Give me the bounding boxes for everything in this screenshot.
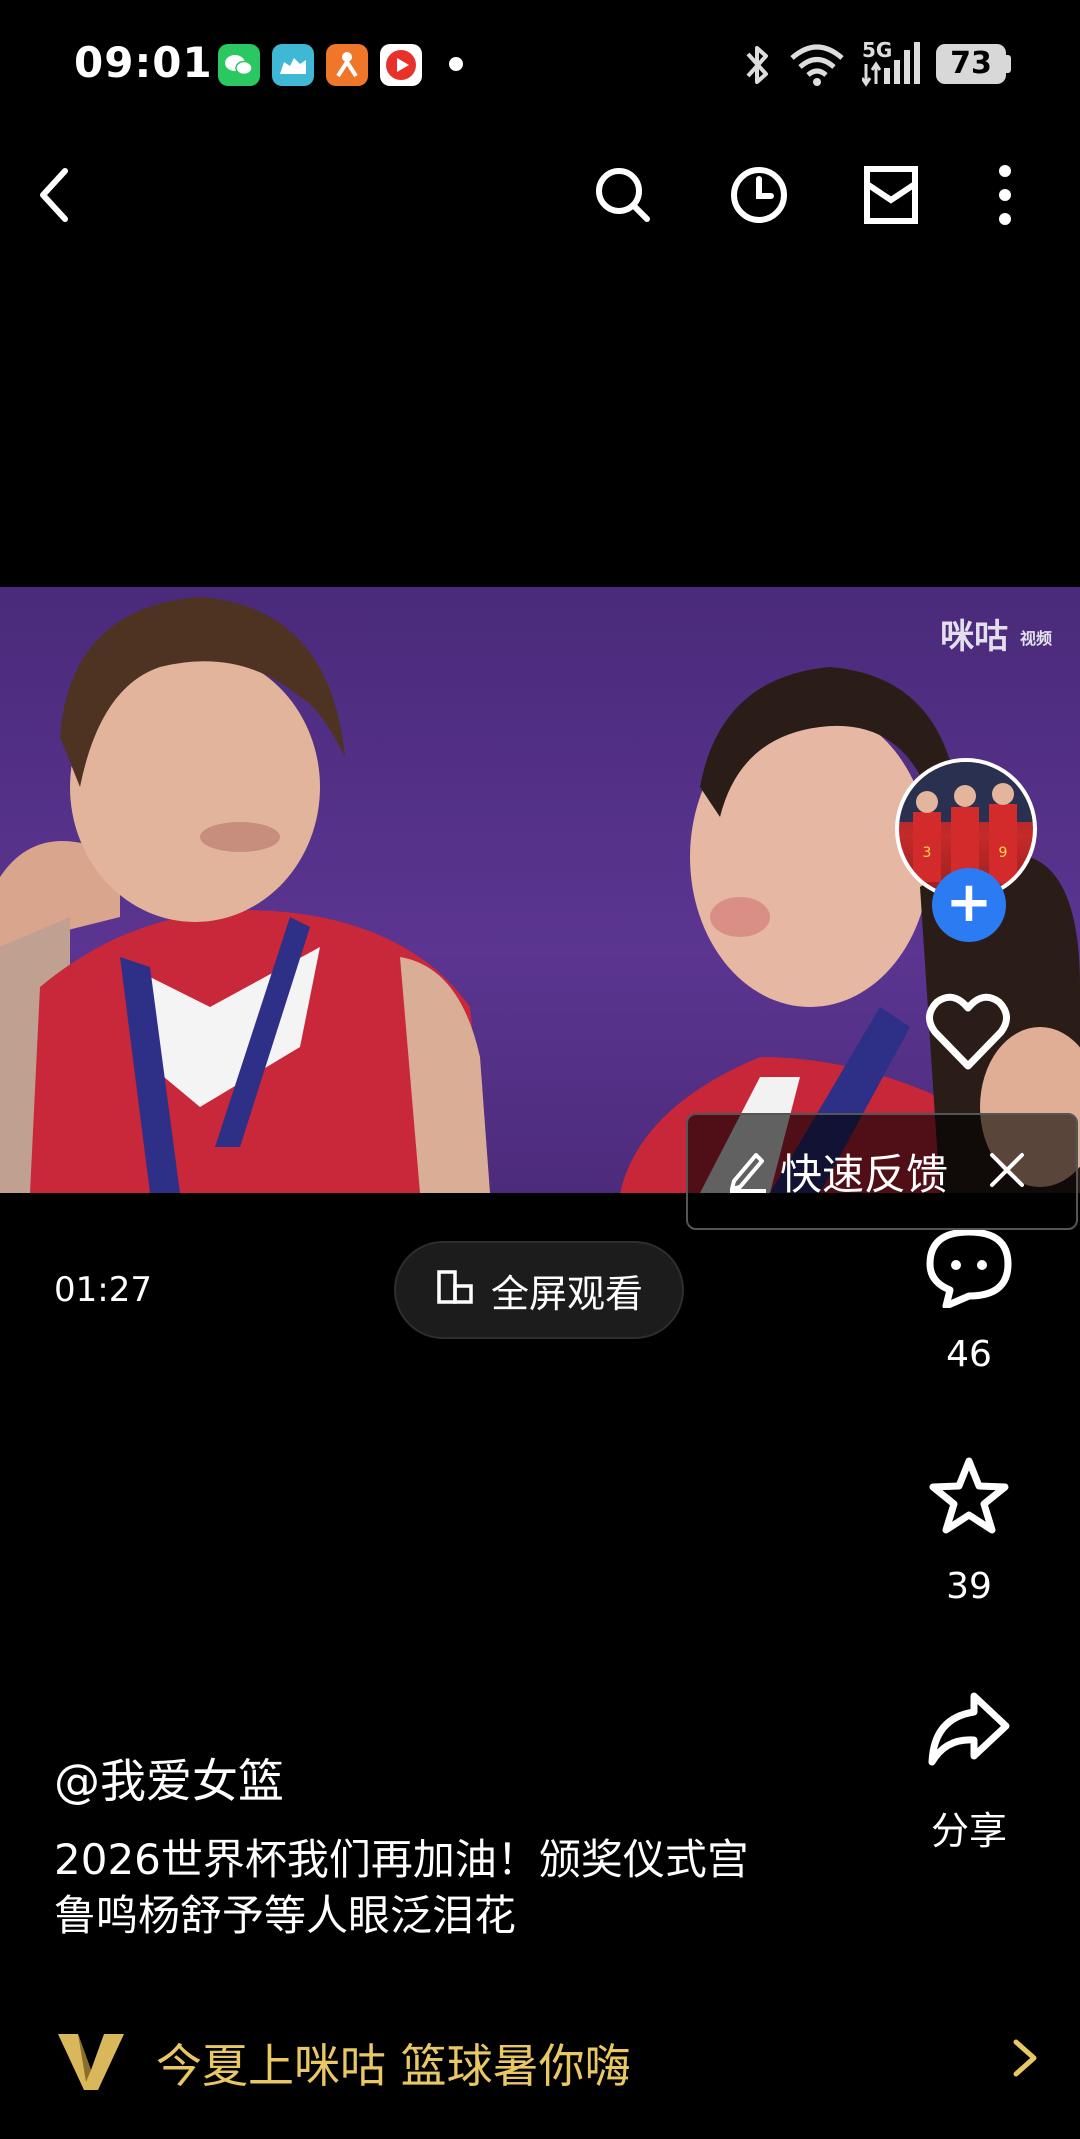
promo-text[interactable]: 今夏上咪咕 篮球暑你嗨 bbox=[156, 2030, 631, 2096]
quick-feedback-label: 快速反馈 bbox=[780, 1150, 949, 1199]
wechat-icon bbox=[218, 44, 260, 86]
network-type: 5G bbox=[862, 38, 893, 62]
video-frame bbox=[0, 597, 1080, 1193]
video-timecode: 01:27 bbox=[54, 1270, 152, 1310]
inbox-icon[interactable] bbox=[856, 160, 926, 230]
post-description: 2026世界杯我们再加油！颁奖仪式宫 鲁鸣杨舒予等人眼泛泪花 bbox=[54, 1832, 854, 1944]
svg-text:9: 9 bbox=[999, 845, 1008, 861]
cellular-signal-icon: 5G bbox=[860, 38, 922, 92]
status-time: 09:01 bbox=[74, 38, 213, 87]
star-icon bbox=[929, 1457, 1009, 1534]
notification-dot bbox=[449, 57, 463, 71]
chevron-right-icon[interactable] bbox=[1010, 2036, 1040, 2084]
battery-nub bbox=[1006, 55, 1011, 73]
comment-icon bbox=[926, 1228, 1012, 1310]
watermark-logo-text: 咪咕 bbox=[940, 617, 1009, 657]
migu-v-logo-icon bbox=[56, 2030, 126, 2098]
like-button[interactable] bbox=[925, 992, 1011, 1076]
close-icon[interactable] bbox=[986, 1149, 1028, 1195]
share-button[interactable] bbox=[926, 1690, 1012, 1774]
quick-feedback-popup[interactable]: 快速反馈 bbox=[686, 1113, 1078, 1230]
follow-button[interactable]: + bbox=[932, 868, 1006, 942]
wifi-icon bbox=[788, 42, 846, 90]
description-line: 鲁鸣杨舒予等人眼泛泪花 bbox=[54, 1891, 517, 1940]
watermark-small-text: 视频 bbox=[1019, 628, 1052, 648]
more-icon[interactable] bbox=[970, 160, 1040, 230]
history-icon[interactable] bbox=[724, 160, 794, 230]
bluetooth-icon bbox=[742, 42, 772, 92]
pencil-icon bbox=[726, 1147, 768, 1197]
rotate-screen-icon bbox=[435, 1268, 475, 1312]
back-icon[interactable] bbox=[20, 160, 90, 230]
share-label: 分享 bbox=[930, 1809, 1007, 1853]
comment-count: 46 bbox=[946, 1334, 992, 1375]
camel-icon bbox=[272, 44, 314, 86]
coupon-app-icon bbox=[326, 44, 368, 86]
heart-icon bbox=[926, 993, 1010, 1070]
video-app-icon bbox=[380, 44, 422, 86]
comment-button[interactable] bbox=[926, 1228, 1012, 1312]
description-line: 2026世界杯我们再加油！颁奖仪式宫 bbox=[54, 1835, 749, 1884]
battery-indicator: 73 bbox=[936, 44, 1006, 84]
video-watermark: 咪咕 视频 bbox=[940, 609, 1052, 658]
author-name[interactable]: @我爱女篮 bbox=[54, 1745, 284, 1811]
svg-text:3: 3 bbox=[923, 845, 932, 861]
fullscreen-button[interactable]: 全屏观看 bbox=[394, 1241, 684, 1339]
favorite-button[interactable] bbox=[928, 1456, 1010, 1540]
search-icon[interactable] bbox=[588, 160, 658, 230]
favorite-count: 39 bbox=[946, 1566, 992, 1607]
share-icon bbox=[928, 1692, 1010, 1766]
video-player[interactable]: 咪咕 视频 bbox=[0, 587, 1080, 1193]
fullscreen-label: 全屏观看 bbox=[490, 1271, 643, 1316]
